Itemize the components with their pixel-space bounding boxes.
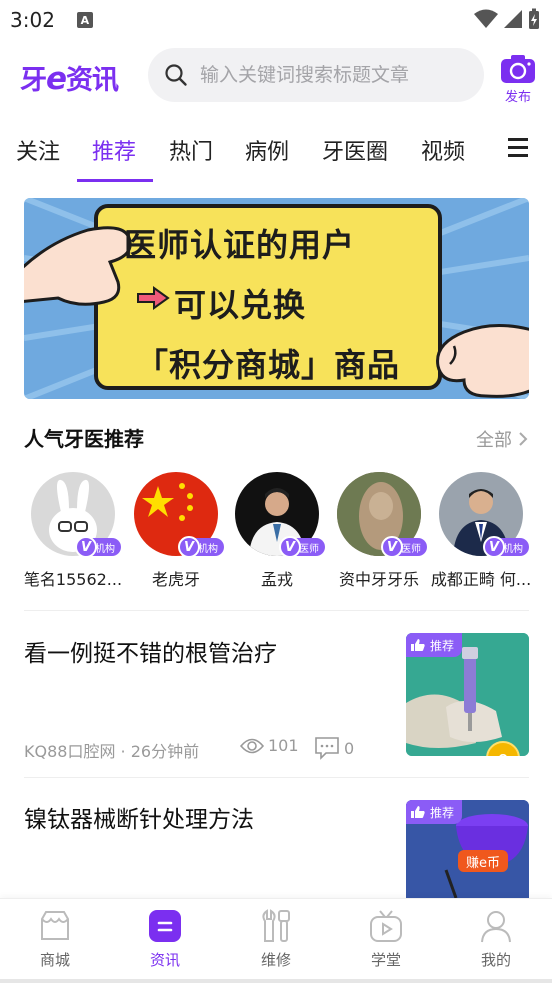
wifi-icon	[474, 9, 498, 28]
active-tab-indicator	[77, 179, 153, 182]
dentist-card[interactable]: V 医师 孟戎	[232, 472, 325, 590]
promo-banner[interactable]: 医师认证的用户 可以兑换 「积分商城」商品	[24, 198, 529, 399]
bottom-navigation: 商城 资讯 维修 学堂 我的	[0, 898, 552, 983]
divider	[24, 610, 529, 611]
signal-icon	[504, 10, 522, 28]
nav-label: 资讯	[149, 951, 180, 969]
nav-repair[interactable]: 维修	[236, 909, 316, 970]
eye-icon	[240, 738, 264, 753]
shop-icon	[41, 911, 69, 940]
banner-line-1: 医师认证的用户	[124, 226, 356, 264]
status-time: 3:02	[10, 8, 55, 32]
verified-v-icon: V	[483, 536, 505, 558]
verified-v-icon: V	[381, 536, 403, 558]
banner-line-2: 可以兑换	[174, 286, 307, 324]
publish-button[interactable]: 发布	[498, 54, 538, 105]
tab-dentist-circle[interactable]: 牙医圈	[322, 134, 388, 166]
dentist-card[interactable]: V 机构 成都正畸 何...	[431, 472, 531, 590]
verified-badge: V 机构	[178, 536, 224, 558]
nav-shop[interactable]: 商城	[15, 909, 95, 970]
tab-follow[interactable]: 关注	[16, 134, 60, 166]
hand-right-illustration	[436, 323, 529, 398]
article-thumbnail[interactable]: 推荐 e	[406, 633, 529, 756]
tab-video[interactable]: 视频	[421, 134, 465, 166]
nav-news[interactable]: 资讯	[125, 909, 205, 970]
verified-badge: V 机构	[483, 536, 529, 558]
dentist-card[interactable]: V 医师 资中牙牙乐	[334, 472, 427, 590]
tab-cases[interactable]: 病例	[245, 134, 289, 166]
earn-coins-badge: 赚e币	[458, 850, 508, 872]
avatar: V 医师	[337, 472, 427, 558]
nav-label: 商城	[39, 951, 70, 969]
wrench-icon	[262, 909, 290, 942]
verified-v-icon: V	[178, 536, 200, 558]
view-all-link[interactable]: 全部	[476, 426, 528, 452]
battery-icon	[529, 8, 539, 29]
logo-prefix: 牙	[20, 65, 47, 96]
status-bar: 3:02 A	[0, 0, 552, 40]
verified-badge: V 医师	[381, 536, 427, 558]
recommend-tag: 推荐	[406, 633, 463, 657]
news-icon	[149, 910, 181, 942]
category-tabs: 关注 推荐 热门 病例 牙医圈 视频	[0, 124, 552, 182]
article-title[interactable]: 看一例挺不错的根管治疗	[24, 634, 277, 668]
dentist-name: 孟戎	[260, 570, 293, 589]
chevron-right-icon	[519, 432, 528, 446]
menu-icon[interactable]	[508, 138, 528, 157]
dentist-name: 资中牙牙乐	[338, 570, 419, 589]
thumbs-up-icon	[411, 639, 425, 651]
verified-badge: V 机构	[75, 536, 121, 558]
nav-profile[interactable]: 我的	[456, 909, 536, 970]
section-title-popular-dentists: 人气牙医推荐	[24, 427, 144, 451]
app-header: 牙e资讯 发布	[0, 44, 552, 108]
nav-school[interactable]: 学堂	[346, 909, 426, 970]
nav-label: 学堂	[370, 951, 401, 969]
views-count: 101	[240, 736, 299, 755]
verified-v-icon: V	[279, 536, 301, 558]
comment-icon	[315, 737, 339, 760]
search-bar[interactable]	[148, 48, 484, 102]
avatar: V 机构	[134, 472, 224, 558]
article-thumbnail[interactable]: 推荐 赚e币	[406, 800, 529, 898]
nav-label: 维修	[260, 951, 291, 969]
publish-label: 发布	[504, 90, 531, 105]
banner-line-3: 「积分商城」商品	[136, 346, 401, 384]
search-icon	[165, 64, 187, 86]
dentist-name: 笔名15562...	[23, 570, 123, 589]
logo-suffix: 资讯	[66, 65, 119, 96]
dentist-name: 成都正畸 何...	[430, 570, 532, 589]
tab-recommend[interactable]: 推荐	[92, 134, 136, 166]
verified-v-icon: V	[75, 536, 97, 558]
tv-icon	[370, 910, 402, 942]
avatar: V 机构	[439, 472, 529, 558]
avatar: V 机构	[31, 472, 121, 558]
arrow-right-icon	[137, 286, 170, 310]
comments-value: 0	[344, 738, 355, 758]
dentist-name: 老虎牙	[151, 570, 200, 589]
camera-icon	[501, 55, 535, 83]
divider	[24, 777, 529, 778]
app-logo[interactable]: 牙e资讯	[20, 58, 119, 97]
article-source: KQ88口腔网 · 26分钟前	[24, 742, 200, 761]
views-value: 101	[268, 736, 299, 755]
search-input[interactable]	[200, 64, 460, 86]
person-icon	[481, 911, 511, 943]
thumbs-up-icon	[411, 806, 425, 818]
verified-badge: V 医师	[279, 536, 325, 558]
logo-e: e	[46, 61, 67, 97]
notification-icon: A	[76, 12, 93, 28]
status-indicators	[474, 8, 540, 30]
dentist-card[interactable]: V 机构 笔名15562...	[24, 472, 122, 590]
view-all-label: 全部	[476, 430, 512, 451]
tab-hot[interactable]: 热门	[169, 134, 213, 166]
home-indicator	[0, 979, 552, 983]
avatar: V 医师	[235, 472, 325, 558]
article-title[interactable]: 镍钛器械断针处理方法	[24, 800, 254, 834]
dentist-card[interactable]: V 机构 老虎牙	[131, 472, 224, 590]
nav-label: 我的	[480, 951, 511, 969]
recommend-tag: 推荐	[406, 800, 463, 824]
hand-left-illustration	[24, 226, 132, 306]
comments-count[interactable]: 0	[314, 736, 354, 760]
